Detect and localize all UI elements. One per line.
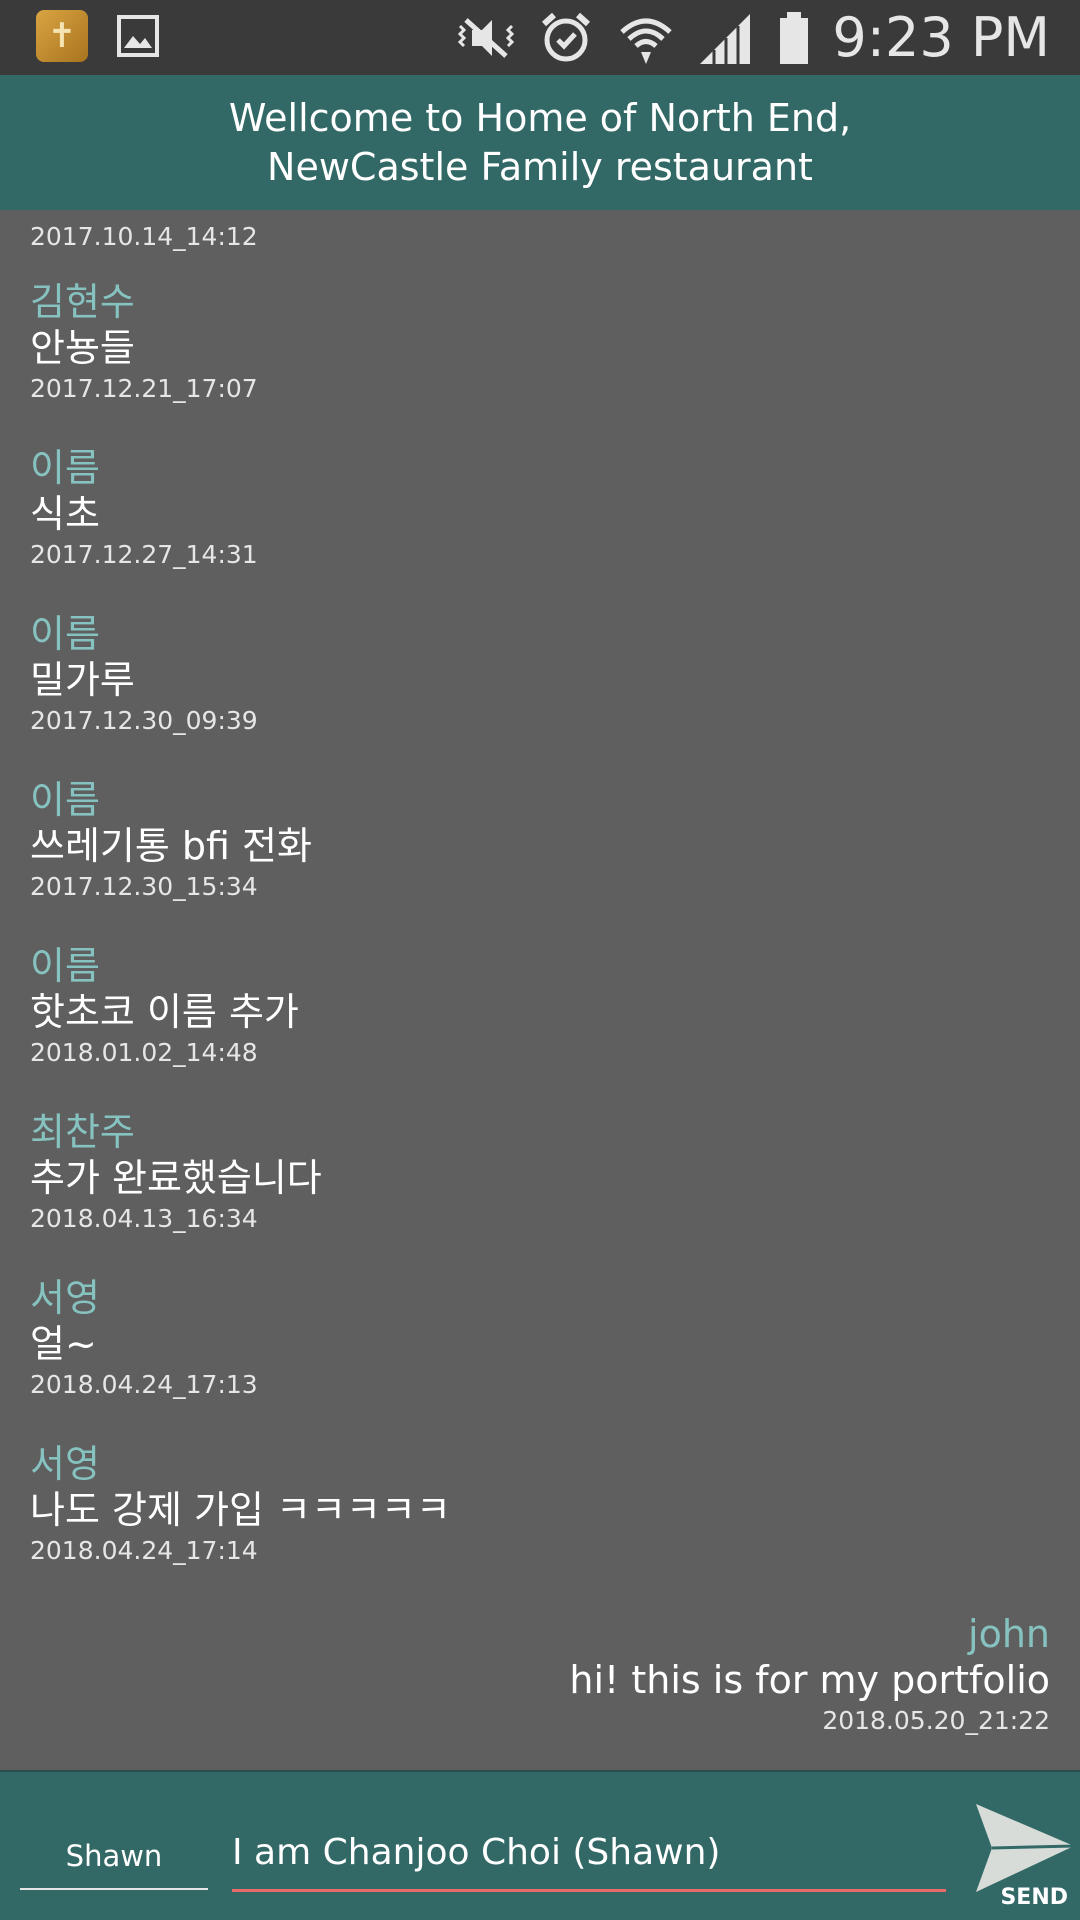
message-text: 추가 완료했습니다 xyxy=(30,1156,322,1200)
message-item: 이름 식초 2017.12.27_14:31 xyxy=(30,446,1050,572)
message-timestamp: 2017.12.30_09:39 xyxy=(30,706,258,735)
sender-name: 이름 xyxy=(30,612,100,656)
alarm-icon xyxy=(542,12,591,61)
chat-header: Wellcome to Home of North End, NewCastle… xyxy=(0,75,1080,210)
gallery-icon xyxy=(117,15,159,57)
message-timestamp: 2018.04.13_16:34 xyxy=(30,1204,258,1233)
message-timestamp: 2017.12.30_15:34 xyxy=(30,872,258,901)
message-timestamp: 2018.05.20_21:22 xyxy=(822,1706,1050,1735)
message-text: 얼~ xyxy=(30,1322,97,1366)
message-item: 이름 쓰레기통 bfi 전화 2017.12.30_15:34 xyxy=(30,778,1050,904)
sender-name: 김현수 xyxy=(30,280,135,324)
status-bar: ✝ 9:23 PM xyxy=(0,0,1080,75)
mute-icon xyxy=(458,17,515,58)
message-text: 안뇽들 xyxy=(30,326,135,370)
header-title-line2: NewCastle Family restaurant xyxy=(267,144,813,189)
message-item: 서영 얼~ 2018.04.24_17:13 xyxy=(30,1276,1050,1402)
sender-name: john xyxy=(968,1612,1050,1656)
sender-name: 이름 xyxy=(30,944,100,988)
message-item: 최찬주 추가 완료했습니다 2018.04.13_16:34 xyxy=(30,1110,1050,1236)
sender-name: 서영 xyxy=(30,1442,100,1486)
sender-name: 서영 xyxy=(30,1276,100,1320)
message-timestamp: 2018.01.02_14:48 xyxy=(30,1038,258,1067)
sender-name: 최찬주 xyxy=(30,1110,135,1154)
header-title-line1: Wellcome to Home of North End, xyxy=(228,95,852,140)
send-icon xyxy=(976,1804,1075,1892)
message-timestamp: 2017.12.21_17:07 xyxy=(30,374,258,403)
message-item-own: john hi! this is for my portfolio 2018.0… xyxy=(30,1612,1050,1738)
app-icon: ✝ xyxy=(36,10,88,62)
message-text: 나도 강제 가입 ㅋㅋㅋㅋㅋ xyxy=(30,1488,451,1532)
message-timestamp: 2018.04.24_17:14 xyxy=(30,1536,258,1565)
message-timestamp: 2018.04.24_17:13 xyxy=(30,1370,258,1399)
composer-bar: Shawn I am Chanjoo Choi (Shawn) SEND xyxy=(0,1770,1080,1920)
battery-icon xyxy=(780,11,809,64)
message-text: 핫초코 이름 추가 xyxy=(30,990,299,1034)
message-text: hi! this is for my portfolio xyxy=(569,1658,1050,1702)
message-text: 식초 xyxy=(30,492,100,536)
status-clock: 9:23 PM xyxy=(832,6,1050,69)
send-button[interactable]: SEND xyxy=(966,1800,1076,1920)
message-timestamp: 2017.12.27_14:31 xyxy=(30,540,258,569)
message-item: 이름 핫초코 이름 추가 2018.01.02_14:48 xyxy=(30,944,1050,1070)
message-input[interactable]: I am Chanjoo Choi (Shawn) xyxy=(232,1814,946,1892)
message-timestamp: 2017.10.14_14:12 xyxy=(30,222,258,251)
sender-name: 이름 xyxy=(30,778,100,822)
signal-icon xyxy=(700,13,751,64)
message-item: 김현수 안뇽들 2017.12.21_17:07 xyxy=(30,280,1050,406)
message-text: 쓰레기통 bfi 전화 xyxy=(30,824,312,868)
message-item: 이름 밀가루 2017.12.30_09:39 xyxy=(30,612,1050,738)
wifi-icon xyxy=(620,18,673,64)
message-text: 밀가루 xyxy=(30,658,135,702)
message-item: 서영 나도 강제 가입 ㅋㅋㅋㅋㅋ 2018.04.24_17:14 xyxy=(30,1442,1050,1568)
sender-name: 이름 xyxy=(30,446,100,490)
message-list[interactable]: 2017.10.14_14:12 김현수 안뇽들 2017.12.21_17:0… xyxy=(0,210,1080,1770)
send-label: SEND xyxy=(1000,1885,1068,1910)
name-input[interactable]: Shawn xyxy=(20,1824,208,1890)
